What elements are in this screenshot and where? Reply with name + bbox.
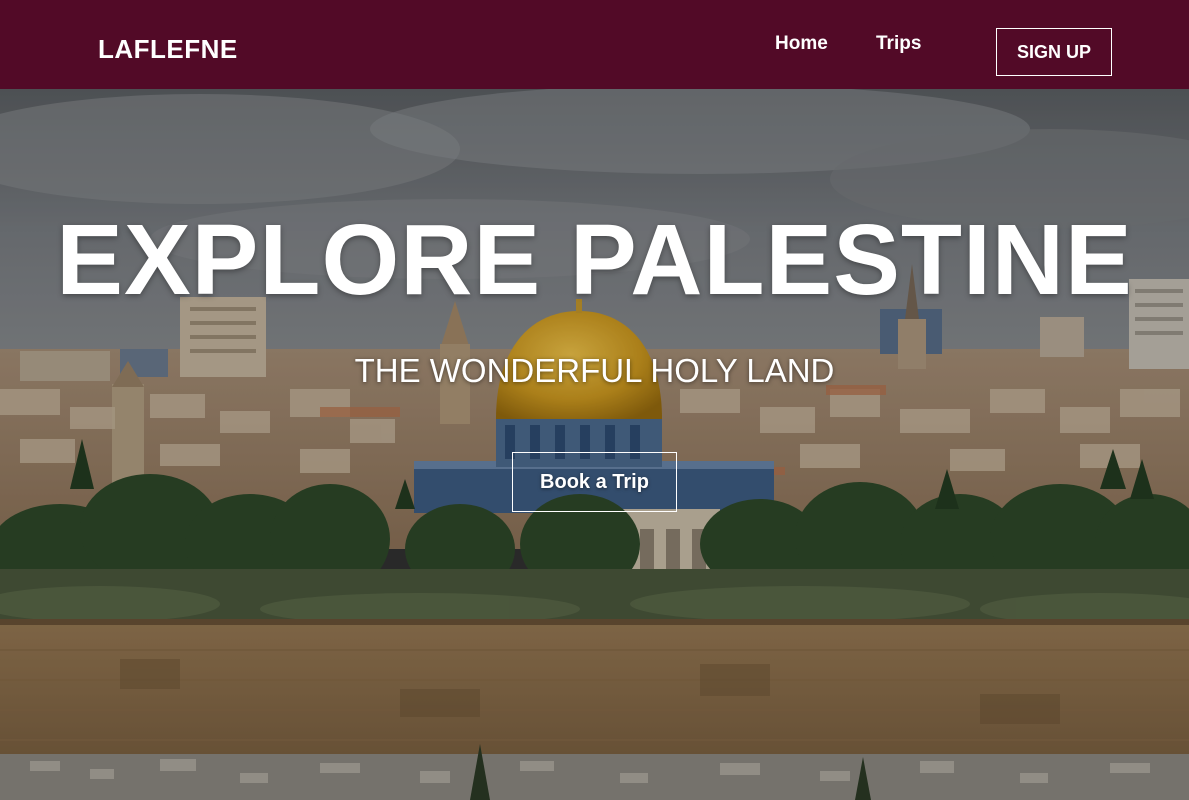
navbar: LAFLEFNE Home Trips SIGN UP — [0, 0, 1189, 89]
nav-link-home[interactable]: Home — [775, 33, 828, 55]
hero-subtitle: THE WONDERFUL HOLY LAND — [354, 352, 835, 389]
signup-button[interactable]: SIGN UP — [996, 28, 1112, 76]
hero-title: EXPLORE PALESTINE — [56, 204, 1133, 316]
brand-logo[interactable]: LAFLEFNE — [98, 34, 238, 64]
book-trip-button[interactable]: Book a Trip — [512, 452, 677, 512]
hero-section: EXPLORE PALESTINE THE WONDERFUL HOLY LAN… — [0, 89, 1189, 800]
hero-overlay — [0, 89, 1189, 800]
nav-link-trips[interactable]: Trips — [876, 33, 921, 55]
